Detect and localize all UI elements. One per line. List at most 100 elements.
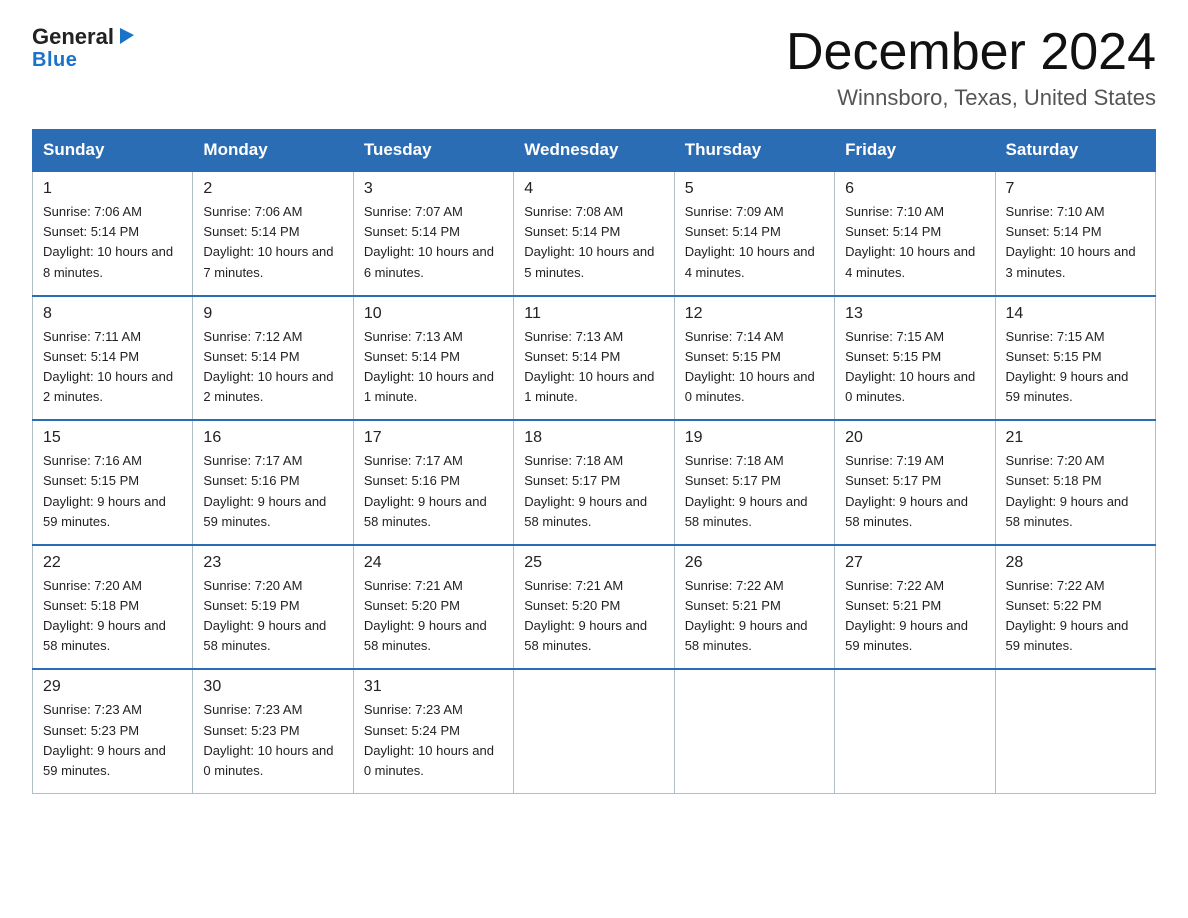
col-header-thursday: Thursday bbox=[674, 130, 834, 172]
calendar-cell: 10 Sunrise: 7:13 AMSunset: 5:14 PMDaylig… bbox=[353, 296, 513, 421]
day-info: Sunrise: 7:20 AMSunset: 5:18 PMDaylight:… bbox=[1006, 453, 1129, 528]
day-number: 8 bbox=[43, 305, 182, 323]
day-info: Sunrise: 7:23 AMSunset: 5:23 PMDaylight:… bbox=[43, 702, 166, 777]
day-info: Sunrise: 7:17 AMSunset: 5:16 PMDaylight:… bbox=[364, 453, 487, 528]
calendar-cell bbox=[514, 669, 674, 793]
day-number: 17 bbox=[364, 429, 503, 447]
calendar-cell: 1 Sunrise: 7:06 AMSunset: 5:14 PMDayligh… bbox=[33, 171, 193, 296]
day-info: Sunrise: 7:21 AMSunset: 5:20 PMDaylight:… bbox=[524, 578, 647, 653]
day-info: Sunrise: 7:16 AMSunset: 5:15 PMDaylight:… bbox=[43, 453, 166, 528]
calendar-table: SundayMondayTuesdayWednesdayThursdayFrid… bbox=[32, 129, 1156, 794]
day-number: 1 bbox=[43, 180, 182, 198]
day-number: 29 bbox=[43, 678, 182, 696]
calendar-cell bbox=[674, 669, 834, 793]
day-number: 21 bbox=[1006, 429, 1145, 447]
logo-general: General bbox=[32, 25, 114, 49]
day-info: Sunrise: 7:18 AMSunset: 5:17 PMDaylight:… bbox=[524, 453, 647, 528]
calendar-week-row: 8 Sunrise: 7:11 AMSunset: 5:14 PMDayligh… bbox=[33, 296, 1156, 421]
calendar-cell: 2 Sunrise: 7:06 AMSunset: 5:14 PMDayligh… bbox=[193, 171, 353, 296]
day-number: 31 bbox=[364, 678, 503, 696]
calendar-cell: 20 Sunrise: 7:19 AMSunset: 5:17 PMDaylig… bbox=[835, 420, 995, 545]
subtitle: Winnsboro, Texas, United States bbox=[786, 85, 1156, 111]
page: General Blue December 2024 Winnsboro, Te… bbox=[0, 0, 1188, 826]
calendar-cell: 29 Sunrise: 7:23 AMSunset: 5:23 PMDaylig… bbox=[33, 669, 193, 793]
day-info: Sunrise: 7:21 AMSunset: 5:20 PMDaylight:… bbox=[364, 578, 487, 653]
calendar-cell: 21 Sunrise: 7:20 AMSunset: 5:18 PMDaylig… bbox=[995, 420, 1155, 545]
day-number: 3 bbox=[364, 180, 503, 198]
day-number: 15 bbox=[43, 429, 182, 447]
day-info: Sunrise: 7:22 AMSunset: 5:22 PMDaylight:… bbox=[1006, 578, 1129, 653]
day-info: Sunrise: 7:23 AMSunset: 5:23 PMDaylight:… bbox=[203, 702, 333, 777]
day-info: Sunrise: 7:06 AMSunset: 5:14 PMDaylight:… bbox=[43, 204, 173, 279]
calendar-week-row: 1 Sunrise: 7:06 AMSunset: 5:14 PMDayligh… bbox=[33, 171, 1156, 296]
day-info: Sunrise: 7:23 AMSunset: 5:24 PMDaylight:… bbox=[364, 702, 494, 777]
day-number: 2 bbox=[203, 180, 342, 198]
calendar-cell: 26 Sunrise: 7:22 AMSunset: 5:21 PMDaylig… bbox=[674, 545, 834, 670]
calendar-cell: 24 Sunrise: 7:21 AMSunset: 5:20 PMDaylig… bbox=[353, 545, 513, 670]
day-number: 5 bbox=[685, 180, 824, 198]
calendar-week-row: 29 Sunrise: 7:23 AMSunset: 5:23 PMDaylig… bbox=[33, 669, 1156, 793]
day-info: Sunrise: 7:14 AMSunset: 5:15 PMDaylight:… bbox=[685, 329, 815, 404]
calendar-cell bbox=[995, 669, 1155, 793]
day-number: 12 bbox=[685, 305, 824, 323]
day-number: 20 bbox=[845, 429, 984, 447]
day-info: Sunrise: 7:22 AMSunset: 5:21 PMDaylight:… bbox=[685, 578, 808, 653]
day-number: 25 bbox=[524, 554, 663, 572]
day-number: 22 bbox=[43, 554, 182, 572]
day-info: Sunrise: 7:10 AMSunset: 5:14 PMDaylight:… bbox=[1006, 204, 1136, 279]
day-info: Sunrise: 7:11 AMSunset: 5:14 PMDaylight:… bbox=[43, 329, 173, 404]
day-info: Sunrise: 7:10 AMSunset: 5:14 PMDaylight:… bbox=[845, 204, 975, 279]
day-number: 28 bbox=[1006, 554, 1145, 572]
calendar-cell bbox=[835, 669, 995, 793]
calendar-cell: 3 Sunrise: 7:07 AMSunset: 5:14 PMDayligh… bbox=[353, 171, 513, 296]
day-info: Sunrise: 7:18 AMSunset: 5:17 PMDaylight:… bbox=[685, 453, 808, 528]
calendar-cell: 16 Sunrise: 7:17 AMSunset: 5:16 PMDaylig… bbox=[193, 420, 353, 545]
col-header-saturday: Saturday bbox=[995, 130, 1155, 172]
col-header-friday: Friday bbox=[835, 130, 995, 172]
day-info: Sunrise: 7:15 AMSunset: 5:15 PMDaylight:… bbox=[845, 329, 975, 404]
title-block: December 2024 Winnsboro, Texas, United S… bbox=[786, 24, 1156, 111]
day-info: Sunrise: 7:20 AMSunset: 5:19 PMDaylight:… bbox=[203, 578, 326, 653]
day-info: Sunrise: 7:22 AMSunset: 5:21 PMDaylight:… bbox=[845, 578, 968, 653]
day-number: 10 bbox=[364, 305, 503, 323]
col-header-tuesday: Tuesday bbox=[353, 130, 513, 172]
day-info: Sunrise: 7:17 AMSunset: 5:16 PMDaylight:… bbox=[203, 453, 326, 528]
day-number: 27 bbox=[845, 554, 984, 572]
calendar-cell: 18 Sunrise: 7:18 AMSunset: 5:17 PMDaylig… bbox=[514, 420, 674, 545]
day-number: 16 bbox=[203, 429, 342, 447]
calendar-cell: 15 Sunrise: 7:16 AMSunset: 5:15 PMDaylig… bbox=[33, 420, 193, 545]
calendar-header-row: SundayMondayTuesdayWednesdayThursdayFrid… bbox=[33, 130, 1156, 172]
day-info: Sunrise: 7:20 AMSunset: 5:18 PMDaylight:… bbox=[43, 578, 166, 653]
day-number: 30 bbox=[203, 678, 342, 696]
day-number: 19 bbox=[685, 429, 824, 447]
calendar-cell: 12 Sunrise: 7:14 AMSunset: 5:15 PMDaylig… bbox=[674, 296, 834, 421]
calendar-cell: 8 Sunrise: 7:11 AMSunset: 5:14 PMDayligh… bbox=[33, 296, 193, 421]
day-number: 14 bbox=[1006, 305, 1145, 323]
day-number: 23 bbox=[203, 554, 342, 572]
calendar-cell: 9 Sunrise: 7:12 AMSunset: 5:14 PMDayligh… bbox=[193, 296, 353, 421]
calendar-cell: 11 Sunrise: 7:13 AMSunset: 5:14 PMDaylig… bbox=[514, 296, 674, 421]
day-number: 11 bbox=[524, 305, 663, 323]
day-number: 6 bbox=[845, 180, 984, 198]
day-number: 7 bbox=[1006, 180, 1145, 198]
calendar-cell: 6 Sunrise: 7:10 AMSunset: 5:14 PMDayligh… bbox=[835, 171, 995, 296]
calendar-cell: 25 Sunrise: 7:21 AMSunset: 5:20 PMDaylig… bbox=[514, 545, 674, 670]
logo-blue: Blue bbox=[32, 49, 77, 72]
calendar-cell: 23 Sunrise: 7:20 AMSunset: 5:19 PMDaylig… bbox=[193, 545, 353, 670]
day-info: Sunrise: 7:06 AMSunset: 5:14 PMDaylight:… bbox=[203, 204, 333, 279]
day-info: Sunrise: 7:13 AMSunset: 5:14 PMDaylight:… bbox=[364, 329, 494, 404]
day-number: 4 bbox=[524, 180, 663, 198]
col-header-monday: Monday bbox=[193, 130, 353, 172]
col-header-wednesday: Wednesday bbox=[514, 130, 674, 172]
logo: General Blue bbox=[32, 24, 138, 72]
day-number: 26 bbox=[685, 554, 824, 572]
day-info: Sunrise: 7:15 AMSunset: 5:15 PMDaylight:… bbox=[1006, 329, 1129, 404]
calendar-week-row: 15 Sunrise: 7:16 AMSunset: 5:15 PMDaylig… bbox=[33, 420, 1156, 545]
calendar-cell: 13 Sunrise: 7:15 AMSunset: 5:15 PMDaylig… bbox=[835, 296, 995, 421]
day-info: Sunrise: 7:19 AMSunset: 5:17 PMDaylight:… bbox=[845, 453, 968, 528]
calendar-week-row: 22 Sunrise: 7:20 AMSunset: 5:18 PMDaylig… bbox=[33, 545, 1156, 670]
day-info: Sunrise: 7:13 AMSunset: 5:14 PMDaylight:… bbox=[524, 329, 654, 404]
calendar-cell: 27 Sunrise: 7:22 AMSunset: 5:21 PMDaylig… bbox=[835, 545, 995, 670]
day-info: Sunrise: 7:07 AMSunset: 5:14 PMDaylight:… bbox=[364, 204, 494, 279]
calendar-cell: 17 Sunrise: 7:17 AMSunset: 5:16 PMDaylig… bbox=[353, 420, 513, 545]
